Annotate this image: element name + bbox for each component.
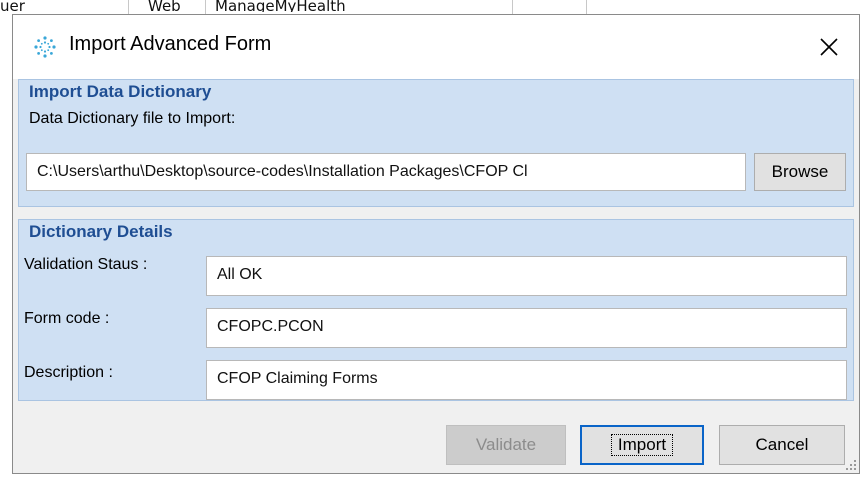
dialog-title: Import Advanced Form	[69, 33, 272, 55]
form-code-field: CFOPC.PCON	[206, 308, 847, 348]
validation-status-field: All OK	[206, 256, 847, 296]
background-window-header: uer Web ManageMyHealth	[0, 0, 862, 14]
background-window-edge	[0, 14, 12, 481]
import-button-label: Import	[610, 434, 674, 456]
background-cell: Web	[148, 0, 181, 12]
description-field: CFOP Claiming Forms	[206, 360, 847, 400]
background-cell: ManageMyHealth	[215, 0, 346, 12]
close-icon	[820, 38, 838, 56]
cancel-button-label: Cancel	[755, 435, 809, 454]
validation-status-label: Validation Staus :	[24, 256, 148, 273]
description-label: Description :	[24, 364, 113, 381]
column-divider	[512, 0, 513, 14]
group-title-details: Dictionary Details	[29, 222, 173, 241]
browse-button-label: Browse	[771, 162, 829, 181]
dialog-titlebar: Import Advanced Form	[13, 15, 859, 79]
resize-grip-icon[interactable]	[845, 459, 857, 471]
file-to-import-label: Data Dictionary file to Import:	[29, 110, 236, 127]
app-spark-icon	[34, 36, 56, 58]
dictionary-details-group: Dictionary Details Validation Staus : Al…	[18, 219, 854, 401]
column-divider	[128, 0, 129, 14]
background-cell: uer	[0, 0, 25, 12]
import-data-dictionary-group: Import Data Dictionary Data Dictionary f…	[18, 79, 854, 207]
file-path-input[interactable]: C:\Users\arthu\Desktop\source-codes\Inst…	[26, 153, 746, 191]
form-code-label: Form code :	[24, 310, 110, 327]
import-advanced-form-dialog: Import Advanced Form Import Data Diction…	[12, 14, 860, 474]
validate-button-label: Validate	[475, 435, 537, 454]
group-title-import: Import Data Dictionary	[29, 82, 212, 101]
browse-button[interactable]: Browse	[754, 153, 846, 191]
cancel-button[interactable]: Cancel	[719, 425, 845, 465]
close-button[interactable]	[799, 15, 859, 79]
import-button[interactable]: Import	[580, 425, 704, 465]
column-divider	[586, 0, 587, 14]
column-divider	[205, 0, 206, 14]
validate-button[interactable]: Validate	[446, 425, 566, 465]
